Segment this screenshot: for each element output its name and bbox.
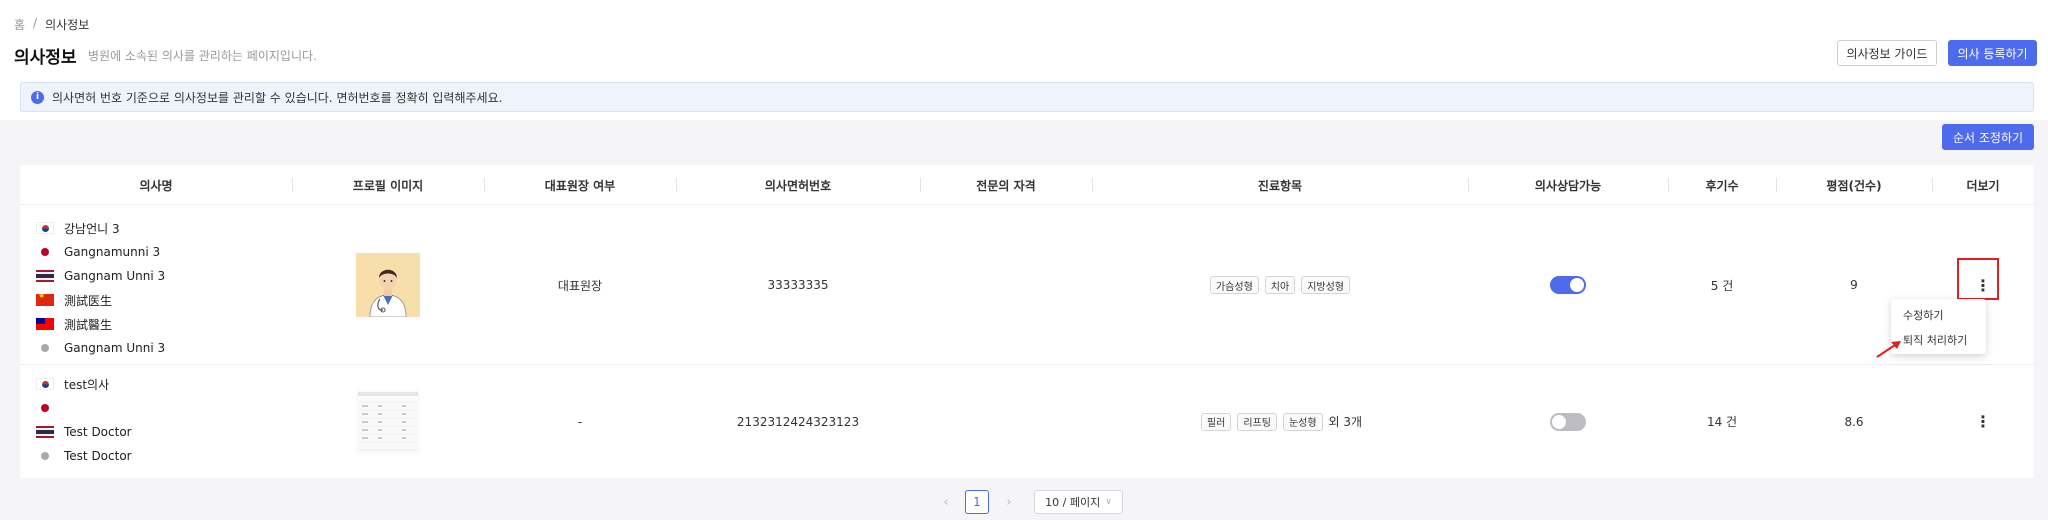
breadcrumb-current: 의사정보 bbox=[45, 18, 90, 32]
default-language-icon bbox=[36, 342, 54, 354]
china-flag-icon bbox=[36, 294, 54, 306]
profile-cell bbox=[292, 365, 484, 478]
default-language-icon bbox=[36, 450, 54, 462]
japan-flag-icon bbox=[36, 402, 54, 414]
korea-flag-icon bbox=[36, 378, 54, 390]
doctor-name-ko: test의사 bbox=[64, 377, 110, 392]
breadcrumb: 홈 / 의사정보 bbox=[14, 16, 89, 33]
doctor-name-zh-cn: 測試医生 bbox=[64, 293, 113, 308]
treatment-tag: 가슴성형 bbox=[1209, 276, 1259, 294]
thailand-flag-icon bbox=[36, 270, 54, 282]
column-header-treatments: 진료항목 bbox=[1257, 178, 1303, 193]
column-header-consult: 의사상담가능 bbox=[1534, 178, 1602, 193]
name-line: test의사 bbox=[36, 372, 132, 396]
info-banner: i 의사면허 번호 기준으로 의사정보를 관리할 수 있습니다. 면허번호를 정… bbox=[20, 82, 2034, 112]
name-line: 강남언니 3 bbox=[36, 216, 165, 240]
more-options-menu: 수정하기 퇴직 처리하기 bbox=[1891, 299, 1986, 354]
info-text: 의사면허 번호 기준으로 의사정보를 관리할 수 있습니다. 면허번호를 정확히… bbox=[52, 90, 503, 105]
doctor-guide-button[interactable]: 의사정보 가이드 bbox=[1837, 40, 1937, 66]
highlight-box bbox=[1957, 258, 1999, 300]
column-header-license: 의사면허번호 bbox=[764, 178, 832, 193]
page-size-select[interactable]: 10 / 페이지 ∨ bbox=[1034, 490, 1123, 514]
name-line: Gangnamunni 3 bbox=[36, 240, 165, 264]
doctor-name-zh-tw: 測試醫生 bbox=[64, 317, 113, 332]
page-title: 의사정보 bbox=[14, 48, 77, 68]
chevron-right-icon[interactable]: › bbox=[999, 490, 1019, 514]
profile-cell bbox=[292, 205, 484, 365]
rating-cell: 8.6 bbox=[1844, 414, 1864, 429]
breadcrumb-separator: / bbox=[33, 16, 38, 30]
name-line: Test Doctor bbox=[36, 420, 132, 444]
doctor-name-default: Gangnam Unni 3 bbox=[64, 341, 166, 355]
column-header-name: 의사명 bbox=[139, 178, 173, 193]
name-line: Test Doctor bbox=[36, 444, 132, 468]
column-header-reviews: 후기수 bbox=[1705, 178, 1739, 193]
treatments-cell: 필러 리프팅 눈성형 외 3개 bbox=[1092, 365, 1468, 478]
breadcrumb-home[interactable]: 홈 bbox=[14, 16, 25, 33]
japan-flag-icon bbox=[36, 246, 54, 258]
treatment-tag: 필러 bbox=[1200, 412, 1232, 431]
name-line: Gangnam Unni 3 bbox=[36, 264, 165, 288]
representative-cell: - bbox=[577, 414, 583, 429]
reorder-button[interactable]: 순서 조정하기 bbox=[1942, 124, 2034, 150]
treatments-cell: 가슴성형 치아 지방성형 bbox=[1092, 205, 1468, 365]
page-description: 병원에 소속된 의사를 관리하는 페이지입니다. bbox=[88, 49, 317, 63]
edit-menu-item[interactable]: 수정하기 bbox=[1891, 302, 1986, 327]
chevron-left-icon[interactable]: ‹ bbox=[936, 490, 956, 514]
doctor-names: test의사 Test Doctor Test Doctor bbox=[36, 372, 132, 468]
doctor-name-th: Test Doctor bbox=[64, 425, 132, 439]
page-size-value: 10 / 페이지 bbox=[1045, 496, 1101, 509]
specialist-cell bbox=[920, 365, 1092, 478]
more-options-icon[interactable]: ⋮ bbox=[1975, 412, 1991, 431]
thailand-flag-icon bbox=[36, 426, 54, 438]
document-thumbnail bbox=[356, 389, 420, 454]
doctor-name-ja: Gangnamunni 3 bbox=[64, 245, 161, 259]
name-line bbox=[36, 396, 132, 420]
register-doctor-button[interactable]: 의사 등록하기 bbox=[1948, 40, 2037, 66]
specialist-cell bbox=[920, 205, 1092, 365]
korea-flag-icon bbox=[36, 222, 54, 234]
treatment-tag: 리프팅 bbox=[1237, 412, 1277, 431]
pagination: ‹ 1 › 10 / 페이지 ∨ bbox=[0, 490, 2048, 514]
doctor-name-ko: 강남언니 3 bbox=[64, 221, 120, 236]
column-header-more: 더보기 bbox=[1966, 178, 2000, 193]
info-icon: i bbox=[31, 90, 44, 104]
name-line: 測試醫生 bbox=[36, 312, 165, 336]
doctor-name-default: Test Doctor bbox=[64, 449, 132, 463]
name-line: 測試医生 bbox=[36, 288, 165, 312]
chevron-down-icon: ∨ bbox=[1105, 497, 1112, 507]
license-cell: 33333335 bbox=[767, 278, 829, 292]
doctor-name-th: Gangnam Unni 3 bbox=[64, 269, 166, 283]
doctor-avatar bbox=[356, 253, 420, 317]
pointer-arrow-icon bbox=[1876, 341, 1901, 358]
column-header-specialist: 전문의 자격 bbox=[976, 178, 1036, 193]
treatment-tag: 지방성형 bbox=[1301, 276, 1351, 294]
reviews-cell: 14 건 bbox=[1706, 415, 1738, 429]
treatments-more-count: 외 3개 bbox=[1328, 415, 1363, 429]
doctor-table: 의사명 프로필 이미지 대표원장 여부 의사면허번호 전문의 자격 진료항목 의… bbox=[20, 165, 2034, 478]
consult-toggle[interactable] bbox=[1550, 412, 1586, 431]
treatment-tag: 눈성형 bbox=[1282, 412, 1323, 431]
consult-cell bbox=[1468, 365, 1668, 478]
reviews-cell: 5 건 bbox=[1710, 278, 1734, 293]
consult-cell bbox=[1468, 205, 1668, 365]
consult-toggle[interactable] bbox=[1550, 276, 1586, 294]
table-header: 의사명 프로필 이미지 대표원장 여부 의사면허번호 전문의 자격 진료항목 의… bbox=[20, 165, 2034, 205]
retire-menu-item[interactable]: 퇴직 처리하기 bbox=[1891, 327, 1986, 352]
table-row[interactable]: 강남언니 3 Gangnamunni 3 Gangnam Unni 3 測試医生… bbox=[20, 205, 2034, 365]
column-header-representative: 대표원장 여부 bbox=[544, 178, 616, 193]
page-number-current[interactable]: 1 bbox=[965, 490, 989, 514]
representative-cell: 대표원장 bbox=[557, 278, 603, 293]
column-header-profile: 프로필 이미지 bbox=[352, 178, 424, 193]
treatment-tag: 치아 bbox=[1264, 276, 1296, 294]
name-line: Gangnam Unni 3 bbox=[36, 336, 165, 360]
taiwan-flag-icon bbox=[36, 318, 54, 330]
column-header-rating: 평점(건수) bbox=[1826, 178, 1882, 193]
table-row[interactable]: test의사 Test Doctor Test Doctor - 2132312… bbox=[20, 365, 2034, 478]
doctor-names: 강남언니 3 Gangnamunni 3 Gangnam Unni 3 測試医生… bbox=[36, 216, 165, 360]
more-cell: ⋮ bbox=[1932, 365, 2034, 478]
license-cell: 2132312424323123 bbox=[736, 414, 860, 429]
